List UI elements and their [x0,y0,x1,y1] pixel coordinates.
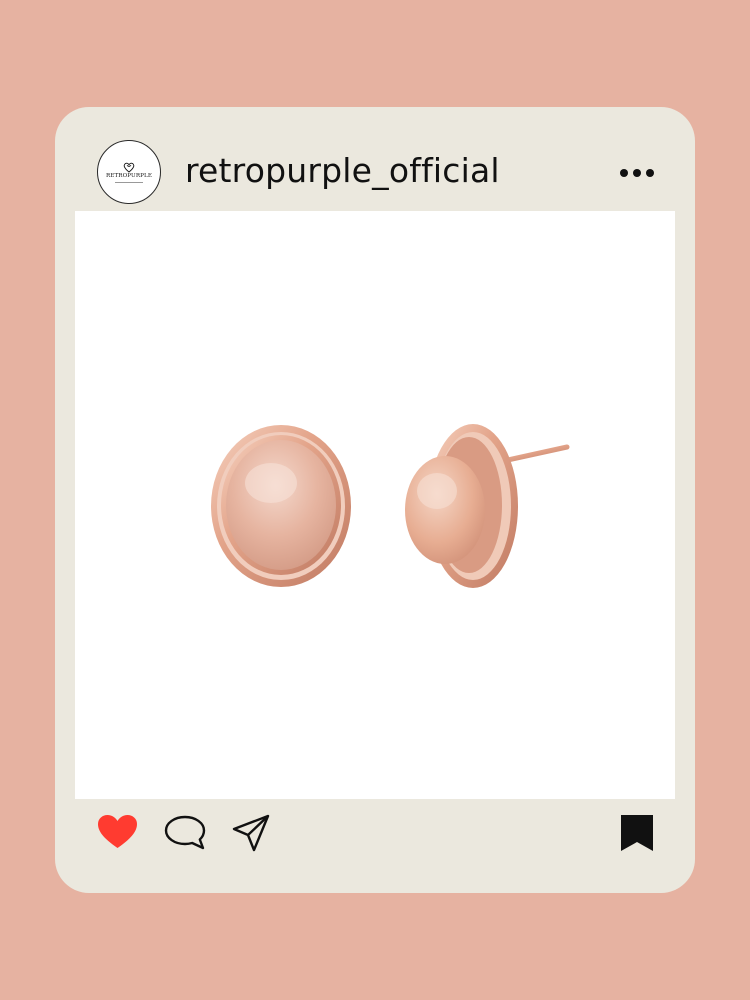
comment-icon[interactable] [163,815,207,851]
send-icon[interactable] [232,814,270,852]
instagram-post-card: RETROPURPLE retropurple_official [55,107,695,893]
brand-logo-icon [123,162,135,173]
dot [620,169,628,177]
left-earring [211,425,351,587]
avatar-divider [115,181,143,183]
dot [646,169,654,177]
post-actions [55,799,695,893]
earrings-illustration [211,424,570,588]
avatar-brand-text: RETROPURPLE [105,173,153,180]
right-earring [405,424,570,588]
heart-icon[interactable] [97,814,138,849]
post-header: RETROPURPLE retropurple_official [55,107,695,211]
bookmark-icon[interactable] [620,815,654,851]
post-username[interactable]: retropurple_official [185,149,500,193]
profile-avatar[interactable]: RETROPURPLE [97,140,161,204]
post-image[interactable] [75,211,675,799]
dot [633,169,641,177]
more-options-icon[interactable] [620,165,654,181]
